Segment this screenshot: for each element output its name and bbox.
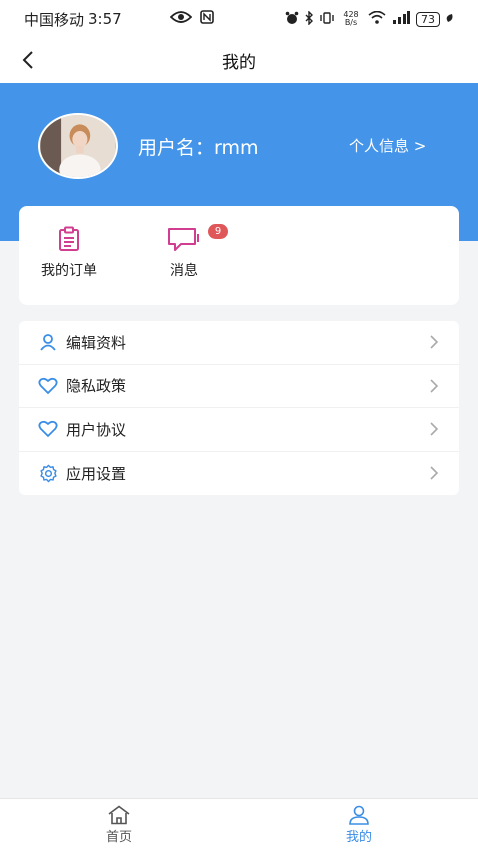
menu-item-label: 编辑资料 <box>66 333 127 352</box>
user-icon <box>38 332 58 352</box>
eye-icon <box>169 10 192 28</box>
leaf-icon <box>446 13 454 26</box>
username-text: 用户名：rmm <box>138 137 259 159</box>
clock-text: 3:57 <box>88 10 122 28</box>
tab-home[interactable]: 首页 <box>89 805 149 845</box>
my-orders-button[interactable]: 我的订单 <box>41 226 97 280</box>
settings-menu: 编辑资料 隐私政策 用户协议 应用设置 <box>19 321 459 495</box>
menu-item-app-settings[interactable]: 应用设置 <box>19 452 459 496</box>
gear-icon <box>38 463 58 483</box>
chevron-right-icon <box>430 466 439 480</box>
menu-item-label: 隐私政策 <box>66 377 127 396</box>
my-orders-label: 我的订单 <box>41 263 97 279</box>
vibrate-icon <box>320 11 334 27</box>
chevron-right-icon <box>430 379 439 393</box>
heart-icon <box>38 376 58 396</box>
avatar[interactable] <box>38 113 118 179</box>
back-button[interactable] <box>12 44 44 76</box>
chevron-left-icon <box>22 51 33 69</box>
menu-item-edit-profile[interactable]: 编辑资料 <box>19 321 459 365</box>
bottom-tab-bar: 首页 我的 <box>0 798 478 850</box>
menu-item-user-agreement[interactable]: 用户协议 <box>19 408 459 452</box>
net-speed-text: 428 B/s <box>343 10 359 27</box>
status-mid <box>169 10 214 28</box>
chevron-right-icon <box>430 422 439 436</box>
quick-actions-card: 我的订单 9 消息 <box>19 206 459 305</box>
messages-button[interactable]: 9 消息 <box>167 224 228 280</box>
nfc-icon <box>199 10 214 28</box>
status-bar: 中国移动 3:57 428 B/s 73 <box>0 0 478 38</box>
profile-info-link[interactable]: 个人信息 > <box>349 135 426 156</box>
tab-home-label: 首页 <box>105 830 132 845</box>
tab-mine-label: 我的 <box>345 830 372 845</box>
wifi-icon <box>368 10 386 27</box>
heart-icon <box>38 419 58 439</box>
status-left: 中国移动 3:57 <box>24 9 122 30</box>
bluetooth-icon <box>305 9 314 28</box>
avatar-portrait-icon <box>40 115 116 177</box>
carrier-text: 中国移动 <box>24 10 85 29</box>
signal-icon <box>392 11 410 27</box>
chat-icon <box>168 228 199 251</box>
alarm-icon <box>285 11 299 28</box>
home-icon <box>108 805 130 825</box>
page-title: 我的 <box>222 53 256 73</box>
menu-item-privacy-policy[interactable]: 隐私政策 <box>19 365 459 408</box>
tab-mine[interactable]: 我的 <box>329 805 389 845</box>
menu-item-label: 应用设置 <box>66 464 127 483</box>
chevron-right-icon <box>430 335 439 349</box>
nav-bar: 我的 <box>0 38 478 83</box>
status-right: 428 B/s 73 <box>285 9 454 28</box>
user-icon <box>349 805 369 825</box>
clipboard-icon <box>59 226 79 251</box>
messages-badge: 9 <box>208 224 228 239</box>
messages-label: 消息 <box>170 263 198 279</box>
battery-indicator: 73 <box>416 11 440 27</box>
menu-item-label: 用户协议 <box>66 420 127 439</box>
